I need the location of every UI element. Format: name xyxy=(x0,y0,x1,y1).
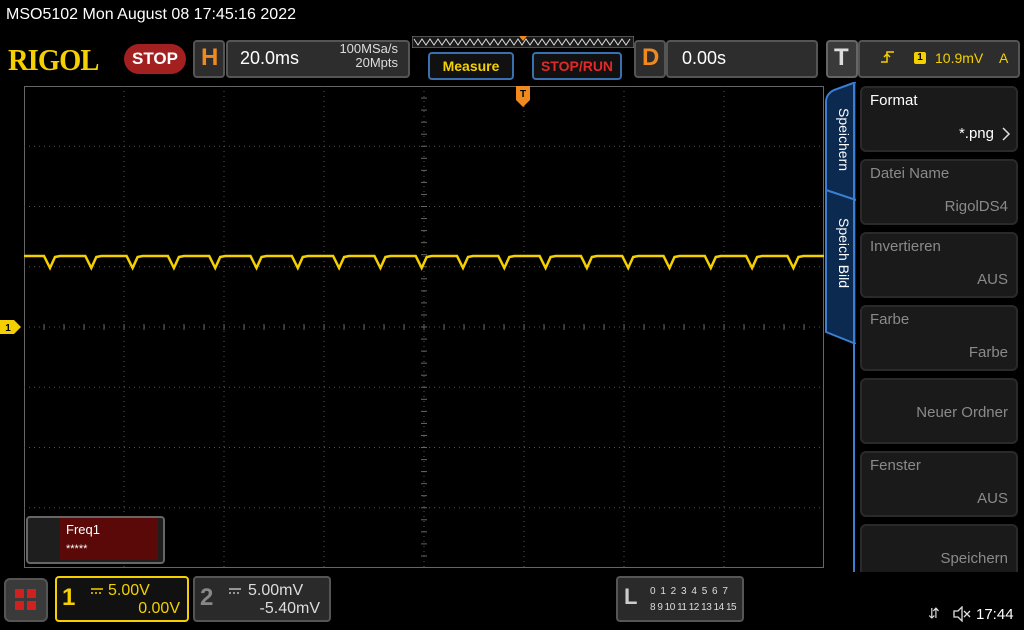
menu-fenster-title: Fenster xyxy=(870,457,921,474)
horizontal-letter: H xyxy=(201,44,219,71)
delay-letter: D xyxy=(642,44,660,71)
measurement-value: ***** xyxy=(66,543,88,555)
channel2-offset: -5.40mV xyxy=(259,600,320,617)
rising-edge-icon xyxy=(881,51,894,63)
memory-position-strip[interactable] xyxy=(412,36,634,48)
stop-run-button[interactable]: STOP/RUN xyxy=(532,52,622,80)
home-button[interactable] xyxy=(4,578,48,622)
menu-speichern-label: Speichern xyxy=(940,550,1008,567)
menu-item-datei-name[interactable]: Datei Name RigolDS4 xyxy=(860,159,1018,225)
trigger-channel-badge: 1 xyxy=(914,52,926,64)
status-clock: 17:44 xyxy=(976,606,1014,623)
memory-depth: 20Mpts xyxy=(355,55,398,70)
rigol-logo: RIGOL xyxy=(8,42,99,77)
menu-format-title: Format xyxy=(870,92,918,109)
sample-rate-info: 100MSa/s 20Mpts xyxy=(322,42,398,70)
grid-lines xyxy=(24,86,824,568)
menu-farbe-value: Farbe xyxy=(968,344,1008,361)
channel1-scale: 5.00V xyxy=(108,582,150,599)
menu-item-invertieren[interactable]: Invertieren AUS xyxy=(860,232,1018,298)
menu-invertieren-title: Invertieren xyxy=(870,238,941,255)
menu-invertieren-value: AUS xyxy=(977,271,1008,288)
delay-value: 0.00s xyxy=(682,48,727,68)
channel1-offset-marker-icon[interactable]: 1 xyxy=(0,320,22,334)
dc-coupling-icon xyxy=(229,588,241,594)
waveform-graticule[interactable] xyxy=(24,86,824,568)
device-title: MSO5102 Mon August 08 17:45:16 2022 xyxy=(6,6,296,23)
menu-item-format[interactable]: Format *.png xyxy=(860,86,1018,152)
channel2-number: 2 xyxy=(200,584,214,611)
logic-channels-row1: 0 1 2 3 4 5 6 7 xyxy=(650,586,729,597)
menu-datei-name-value: RigolDS4 xyxy=(944,198,1008,215)
channel1-number: 1 xyxy=(62,584,76,611)
dc-coupling-icon xyxy=(91,588,103,594)
usb-icon: ⇵ xyxy=(928,605,940,621)
tab-speich-bild[interactable]: Speich Bild xyxy=(836,218,852,288)
logic-channels-row2: 8 9 10 11 12 13 14 15 xyxy=(650,602,737,613)
menu-farbe-title: Farbe xyxy=(870,311,910,328)
trigger-letter: T xyxy=(834,44,849,71)
measure-button[interactable]: Measure xyxy=(428,52,514,80)
menu-item-farbe[interactable]: Farbe Farbe xyxy=(860,305,1018,371)
trigger-mode: A xyxy=(999,50,1009,66)
measurement-label: Freq1 xyxy=(66,522,100,537)
channel1-offset: 0.00V xyxy=(138,600,180,617)
svg-text:T: T xyxy=(520,89,526,100)
menu-datei-name-title: Datei Name xyxy=(870,165,950,182)
grid-menu-icon xyxy=(15,589,36,610)
logic-analyzer-letter: L xyxy=(624,584,638,609)
run-state-badge[interactable]: STOP xyxy=(124,44,186,74)
menu-format-value: *.png xyxy=(958,125,994,142)
channel2-scale: 5.00mV xyxy=(248,582,304,599)
sample-rate: 100MSa/s xyxy=(339,41,398,56)
menu-item-fenster[interactable]: Fenster AUS xyxy=(860,451,1018,517)
svg-text:1: 1 xyxy=(5,323,11,334)
trigger-level: 10.9mV xyxy=(935,50,984,66)
menu-item-neuer-ordner[interactable]: Neuer Ordner xyxy=(860,378,1018,444)
menu-neuer-ordner-label: Neuer Ordner xyxy=(916,404,1008,421)
speaker-muted-icon[interactable] xyxy=(952,606,972,622)
menu-fenster-value: AUS xyxy=(977,490,1008,507)
chevron-right-icon xyxy=(1002,127,1011,141)
timebase-value: 20.0ms xyxy=(240,48,300,68)
tab-speichern[interactable]: Speichern xyxy=(836,108,852,171)
trigger-time-marker-icon[interactable]: T xyxy=(516,86,530,108)
